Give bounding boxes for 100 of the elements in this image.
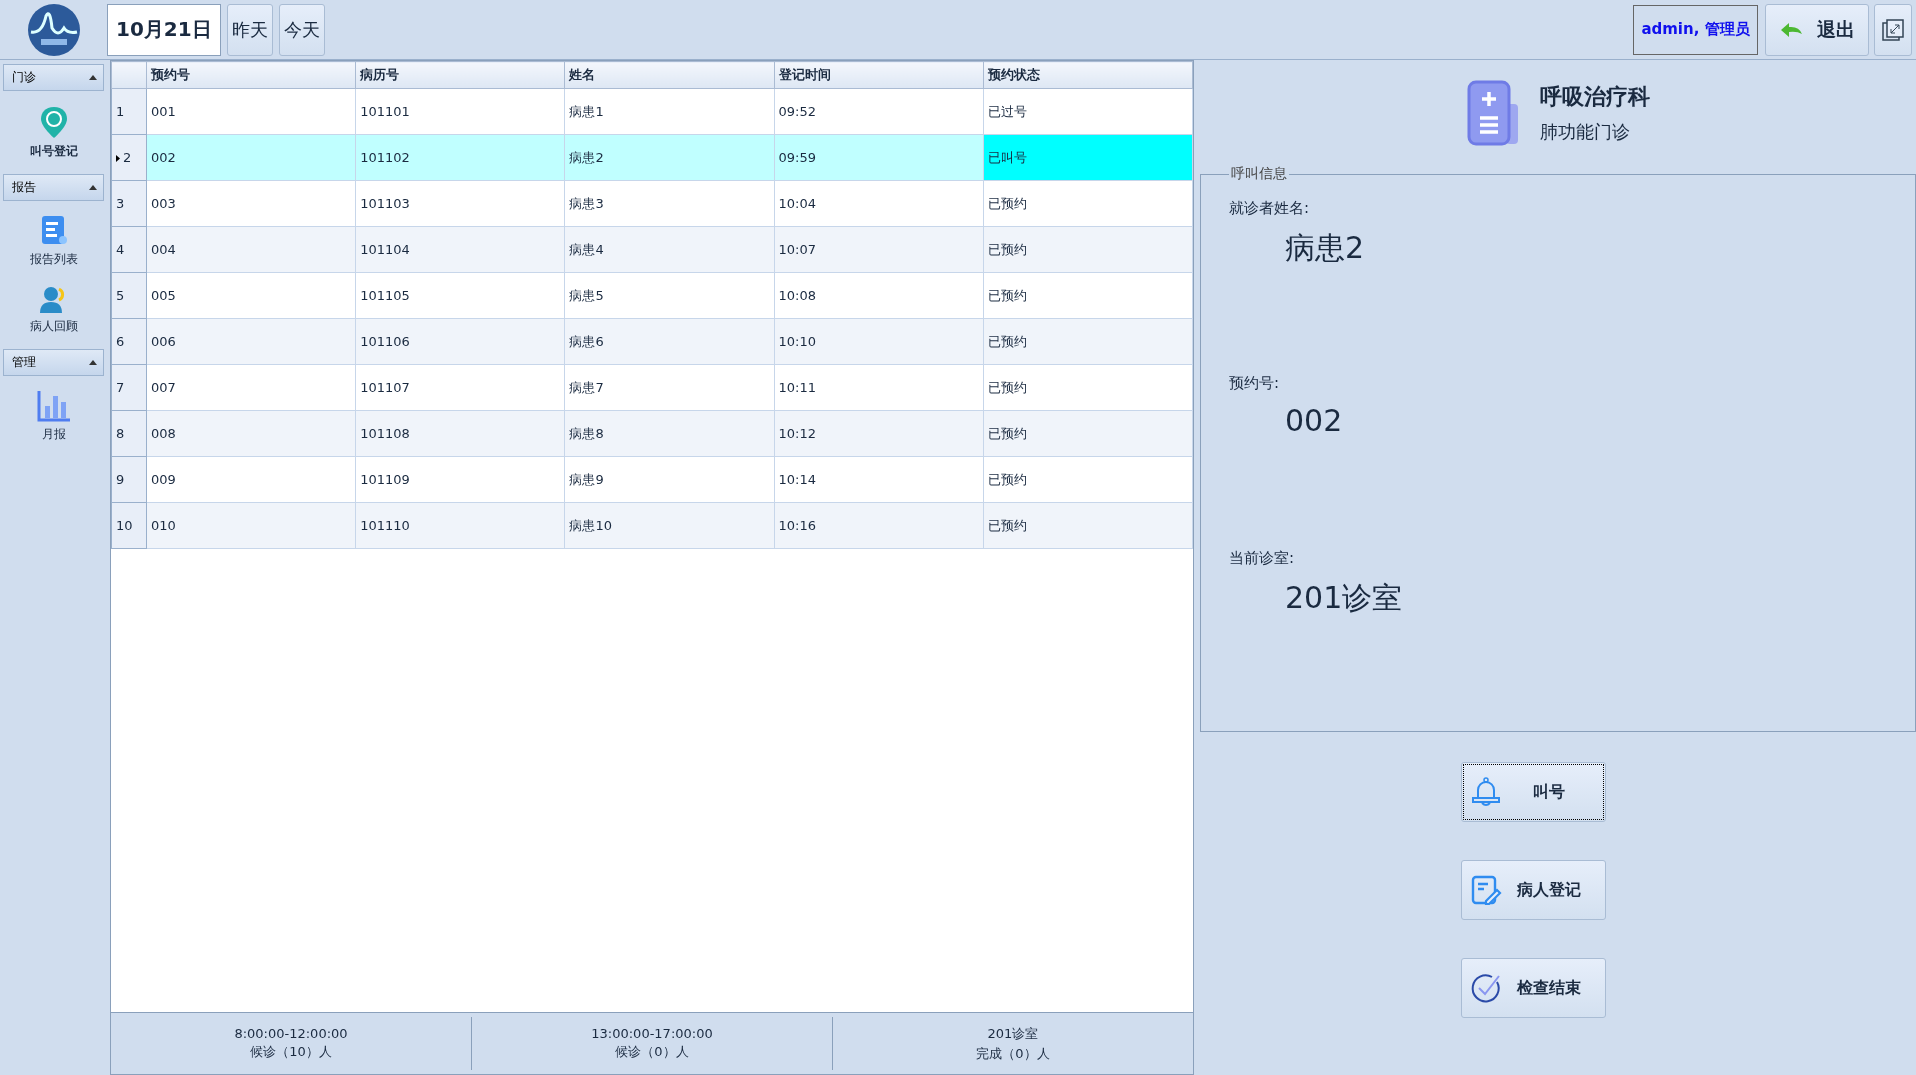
table-cell: 008: [146, 410, 356, 457]
action-button[interactable]: 检查结束: [1460, 958, 1606, 1018]
table-cell: 005: [146, 272, 356, 319]
field-value: 002: [1285, 403, 1344, 440]
table-cell: 已预约: [983, 180, 1193, 227]
row-header[interactable]: 5: [111, 272, 147, 319]
back-arrow-icon: [1779, 21, 1803, 38]
status-text: 完成（0）人: [976, 1044, 1050, 1063]
table-cell: 101102: [355, 134, 565, 181]
column-header[interactable]: 预约状态: [983, 61, 1193, 89]
section-header[interactable]: 门诊: [3, 64, 104, 91]
table-cell: 009: [146, 456, 356, 503]
field-value: 病患2: [1285, 229, 1366, 267]
sidebar-item[interactable]: 报告列表: [3, 211, 104, 272]
table-cell: 已预约: [983, 364, 1193, 411]
row-header[interactable]: 7: [111, 364, 147, 411]
table-cell: 病患1: [564, 88, 775, 135]
table-cell: 已预约: [983, 272, 1193, 319]
row-header[interactable]: 4: [111, 226, 147, 273]
field-label: 就诊者姓名:: [1229, 199, 1311, 218]
status-text: 8:00:00-12:00:00: [234, 1026, 348, 1041]
caret-icon: [89, 185, 97, 190]
field-value: 201诊室: [1285, 579, 1404, 617]
table-cell: 004: [146, 226, 356, 273]
table-cell: 10:10: [774, 318, 984, 365]
table-cell: 10:04: [774, 180, 984, 227]
table-cell: 101109: [355, 456, 565, 503]
status-text: 201诊室: [987, 1024, 1039, 1043]
day-button[interactable]: 昨天: [226, 3, 273, 56]
row-header[interactable]: 3: [111, 180, 147, 227]
status-text: 候诊（10）人: [250, 1043, 332, 1061]
sidebar-item[interactable]: 叫号登记: [3, 101, 104, 164]
table-cell: 已叫号: [983, 134, 1193, 181]
table-cell: 病患2: [564, 134, 775, 181]
action-button[interactable]: 叫号: [1460, 762, 1606, 822]
table-cell: 101110: [355, 502, 565, 549]
department-title: 呼吸治疗科: [1540, 82, 1650, 111]
row-header[interactable]: 9: [111, 456, 147, 503]
bar-chart-icon: [36, 390, 71, 422]
current-row-icon: [116, 155, 120, 162]
status-text: 候诊（0）人: [615, 1043, 689, 1061]
department-subtitle: 肺功能门诊: [1540, 119, 1631, 144]
row-header[interactable]: 6: [111, 318, 147, 365]
table-cell: 101103: [355, 180, 565, 227]
user-label: admin, 管理员: [1633, 4, 1758, 55]
table-cell: 001: [146, 88, 356, 135]
table-cell: 010: [146, 502, 356, 549]
table-cell: 已过号: [983, 88, 1193, 135]
table-cell: 已预约: [983, 456, 1193, 503]
table-cell: 101101: [355, 88, 565, 135]
table-cell: 10:07: [774, 226, 984, 273]
check-circle-icon: [1469, 972, 1502, 1004]
maximize-button[interactable]: [1874, 3, 1912, 56]
table-cell: 已预约: [983, 318, 1193, 365]
column-header[interactable]: 预约号: [146, 61, 356, 89]
window-resize-icon: [1882, 18, 1904, 41]
table-cell: 101104: [355, 226, 565, 273]
table-cell: 006: [146, 318, 356, 365]
bell-icon: [1469, 776, 1502, 808]
row-header[interactable]: 8: [111, 410, 147, 457]
table-cell: 10:12: [774, 410, 984, 457]
section-title: 管理: [12, 354, 36, 371]
table-cell: 病患7: [564, 364, 775, 411]
field-label: 当前诊室:: [1229, 549, 1296, 568]
edit-form-icon: [1469, 874, 1502, 906]
column-header[interactable]: 姓名: [564, 61, 775, 89]
row-header[interactable]: 10: [111, 502, 147, 549]
caret-icon: [89, 75, 97, 80]
table-cell: 病患8: [564, 410, 775, 457]
table-cell: 病患6: [564, 318, 775, 365]
sidebar-item[interactable]: 病人回顾: [3, 282, 104, 339]
table-cell: 101105: [355, 272, 565, 319]
section-title: 报告: [12, 179, 36, 196]
table-cell: 101106: [355, 318, 565, 365]
logo-icon: [27, 3, 80, 56]
field-label: 预约号:: [1229, 374, 1281, 393]
table-cell: 已预约: [983, 226, 1193, 273]
table-cell: 病患10: [564, 502, 775, 549]
table-cell: 003: [146, 180, 356, 227]
table-cell: 007: [146, 364, 356, 411]
table-cell: 病患5: [564, 272, 775, 319]
row-header[interactable]: 2: [111, 134, 147, 181]
row-header[interactable]: 1: [111, 88, 147, 135]
column-header[interactable]: 登记时间: [774, 61, 984, 89]
sidebar-item[interactable]: 月报: [3, 386, 104, 447]
action-button[interactable]: 病人登记: [1460, 860, 1606, 920]
table-cell: 10:14: [774, 456, 984, 503]
table-cell: 10:11: [774, 364, 984, 411]
table-cell: 病患3: [564, 180, 775, 227]
table-cell: 10:16: [774, 502, 984, 549]
table-cell: 002: [146, 134, 356, 181]
logout-button[interactable]: 退出: [1765, 3, 1869, 56]
panel-legend: 呼叫信息: [1229, 165, 1289, 183]
table-cell: 09:52: [774, 88, 984, 135]
table-cell: 101108: [355, 410, 565, 457]
column-header[interactable]: 病历号: [355, 61, 565, 89]
section-header[interactable]: 管理: [3, 349, 104, 376]
section-header[interactable]: 报告: [3, 174, 104, 201]
table-cell: 10:08: [774, 272, 984, 319]
day-button[interactable]: 今天: [278, 3, 325, 56]
